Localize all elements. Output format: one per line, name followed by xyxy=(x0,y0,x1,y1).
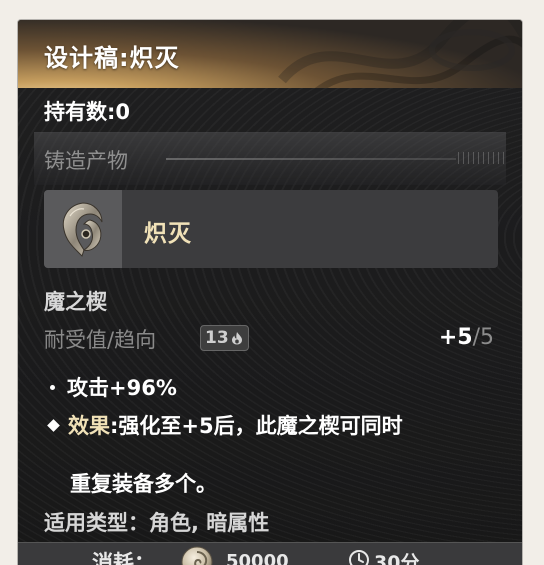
bullet-dot-icon xyxy=(50,384,55,390)
effect-description: :强化至+5后，此魔之楔可同时 xyxy=(110,414,403,438)
stat-label: 耐受值/趋向 xyxy=(44,328,157,352)
effect-line-special: 效果:强化至+5后，此魔之楔可同时 xyxy=(46,410,403,440)
product-name: 炽灭 xyxy=(144,221,192,247)
wedge-sigil-icon xyxy=(62,202,103,257)
cost-label: 消耗： xyxy=(92,551,155,565)
polarity-badge: 13 xyxy=(200,325,249,351)
cost-footer: 消耗： 50000 30分 xyxy=(18,542,522,565)
clock-icon xyxy=(349,550,369,565)
section-divider xyxy=(166,158,456,160)
polarity-value: 13 xyxy=(205,328,229,348)
product-item[interactable]: 炽灭 xyxy=(44,190,498,268)
cost-value: 50000 xyxy=(226,551,289,565)
mod-type-name: 魔之楔 xyxy=(44,290,107,314)
card-title: 设计稿:炽灭 xyxy=(44,44,180,72)
stat-value-max: /5 xyxy=(472,325,494,350)
effect-attack-text: 攻击+96% xyxy=(67,376,177,400)
card-header: 设计稿:炽灭 xyxy=(18,20,522,88)
coin-icon xyxy=(181,546,213,565)
section-title: 铸造产物 xyxy=(44,149,128,173)
effect-key-label: 效果 xyxy=(68,414,110,438)
section-header: 铸造产物 xyxy=(34,132,506,185)
owned-count: 持有数:0 xyxy=(44,100,131,124)
applicable-types: 适用类型：角色, 暗属性 xyxy=(44,511,270,535)
polarity-flame-icon xyxy=(231,332,242,345)
section-tick-decoration xyxy=(458,152,504,164)
effect-description-continued: 重复装备多个。 xyxy=(70,472,217,496)
craft-time: 30分 xyxy=(374,552,420,565)
stat-value-current: +5 xyxy=(438,325,473,350)
stat-value: +5/5 xyxy=(439,325,494,350)
diamond-bullet-icon xyxy=(47,419,60,432)
product-icon-frame xyxy=(44,190,122,268)
header-swirl-decoration xyxy=(278,20,522,88)
item-tooltip-card: 设计稿:炽灭 持有数:0 铸造产物 炽灭 魔之楔 耐受值/趋向 13 +5/5 … xyxy=(18,20,522,565)
effect-line-attack: 攻击+96% xyxy=(46,372,177,402)
